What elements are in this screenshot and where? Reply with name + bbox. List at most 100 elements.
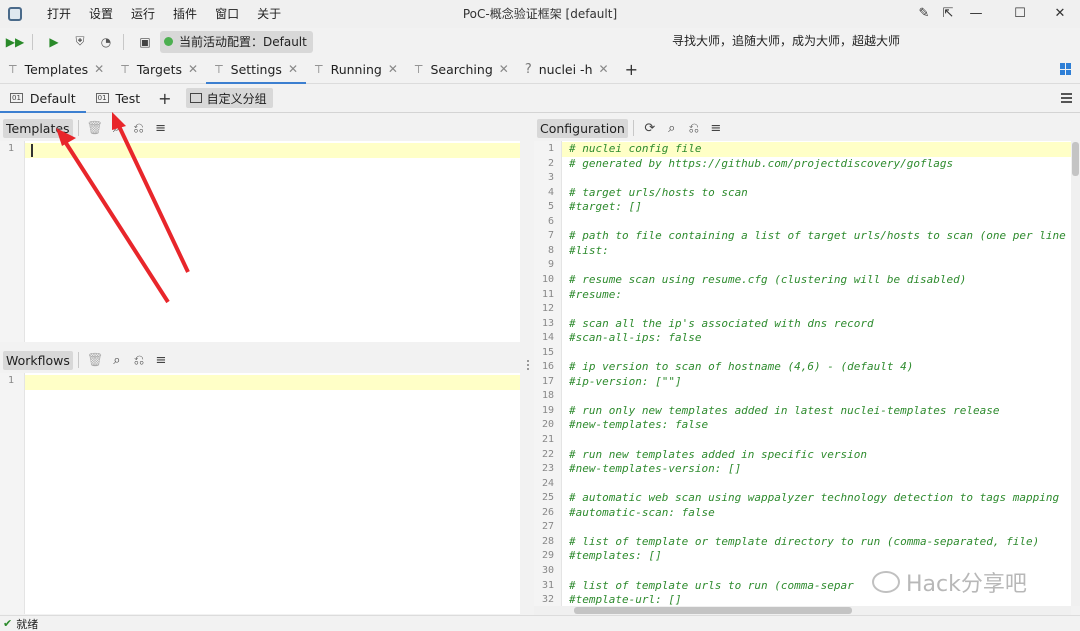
trash-icon[interactable]: 🗑 bbox=[84, 349, 106, 371]
menu-window[interactable]: 窗口 bbox=[206, 0, 248, 28]
add-tab-button[interactable]: + bbox=[617, 55, 646, 83]
active-profile-selector[interactable]: 当前活动配置：Default bbox=[160, 30, 313, 53]
wrap-lines-icon[interactable]: ≡ bbox=[150, 349, 172, 371]
line-number: 23 bbox=[541, 463, 554, 475]
line-number: 30 bbox=[541, 564, 554, 576]
code-line: #target: [] bbox=[569, 200, 642, 214]
close-icon[interactable]: ✕ bbox=[599, 62, 609, 76]
run-coverage-icon[interactable]: ◔ bbox=[95, 31, 117, 53]
scrollbar-thumb[interactable] bbox=[574, 607, 852, 614]
subtab-label: Default bbox=[29, 90, 76, 106]
profile-tab-bar: 01 Default 01 Test + 自定义分组 bbox=[0, 84, 1080, 113]
line-number: 14 bbox=[541, 332, 554, 344]
maximize-button[interactable]: ☐ bbox=[1006, 0, 1034, 28]
close-icon[interactable]: ✕ bbox=[94, 62, 104, 76]
code-line: # nuclei config file bbox=[569, 142, 702, 155]
vertical-splitter[interactable] bbox=[527, 360, 530, 372]
tab-settings[interactable]: ⊤ Settings ✕ bbox=[206, 55, 306, 84]
menu-settings[interactable]: 设置 bbox=[80, 0, 122, 28]
menu-about[interactable]: 关于 bbox=[248, 0, 290, 28]
code-line: #automatic-scan: false bbox=[569, 505, 715, 519]
line-number: 6 bbox=[547, 215, 554, 227]
code-line: # scan all the ip's associated with dns … bbox=[569, 316, 874, 330]
run-icon[interactable]: ▶ bbox=[43, 31, 65, 53]
line-number: 4 bbox=[547, 186, 554, 198]
tab-nuclei-help[interactable]: ? nuclei -h ✕ bbox=[517, 55, 617, 83]
tab-running[interactable]: ⊤ Running ✕ bbox=[306, 55, 406, 83]
tab-templates[interactable]: ⊤ Templates ✕ bbox=[0, 55, 112, 83]
trash-icon[interactable]: 🗑 bbox=[84, 117, 106, 139]
close-icon[interactable]: ✕ bbox=[499, 62, 509, 76]
code-line: #resume: bbox=[569, 287, 622, 301]
line-number: 13 bbox=[541, 317, 554, 329]
subtab-default[interactable]: 01 Default bbox=[0, 84, 86, 113]
templates-pane-label[interactable]: Templates bbox=[3, 118, 73, 138]
wrap-lines-icon[interactable]: ≡ bbox=[705, 117, 727, 139]
line-number: 18 bbox=[541, 390, 554, 402]
close-window-button[interactable]: ✕ bbox=[1046, 0, 1074, 28]
code-line: #scan-all-ips: false bbox=[569, 331, 702, 345]
vertical-scrollbar[interactable] bbox=[1071, 140, 1080, 606]
find-replace-icon[interactable]: ⎌ bbox=[683, 117, 705, 139]
workflows-editor[interactable]: 1 bbox=[0, 373, 520, 614]
code-line: # resume scan using resume.cfg (clusteri… bbox=[569, 272, 967, 286]
add-subtab-button[interactable]: + bbox=[150, 84, 179, 112]
configuration-pane-label[interactable]: Configuration bbox=[537, 118, 628, 138]
close-icon[interactable]: ✕ bbox=[288, 62, 298, 76]
search-icon[interactable]: ⌕ bbox=[106, 117, 128, 139]
layout-grid-icon[interactable] bbox=[1060, 63, 1072, 75]
find-replace-icon[interactable]: ⎌ bbox=[128, 349, 150, 371]
find-replace-icon[interactable]: ⎌ bbox=[128, 117, 150, 139]
file-badge-icon: 01 bbox=[95, 93, 109, 103]
horizontal-scrollbar[interactable] bbox=[534, 606, 1071, 615]
line-number: 28 bbox=[541, 535, 554, 547]
save-icon[interactable]: ▣ bbox=[134, 31, 156, 53]
configuration-editor[interactable]: 1 # nuclei config file 2 # generated by htt… bbox=[534, 141, 1071, 606]
tab-targets[interactable]: ⊤ Targets ✕ bbox=[112, 55, 206, 83]
run-all-icon[interactable]: ▶▶ bbox=[4, 31, 26, 53]
line-number: 26 bbox=[541, 506, 554, 518]
line-number: 2 bbox=[547, 157, 554, 169]
search-icon[interactable]: ⌕ bbox=[106, 349, 128, 371]
line-gutter bbox=[0, 141, 25, 342]
scrollbar-thumb[interactable] bbox=[1072, 142, 1079, 176]
subtab-test[interactable]: 01 Test bbox=[86, 84, 151, 112]
close-icon[interactable]: ✕ bbox=[388, 62, 398, 76]
line-number: 24 bbox=[541, 477, 554, 489]
current-line-highlight bbox=[25, 375, 520, 390]
tab-searching[interactable]: ⊤ Searching ✕ bbox=[406, 55, 517, 83]
minimize-button[interactable]: — bbox=[962, 0, 990, 28]
pin-icon: ⊤ bbox=[120, 62, 130, 76]
subtab-label: Test bbox=[115, 90, 141, 106]
debug-icon[interactable]: ⛨ bbox=[69, 31, 91, 53]
restore-pin-icon[interactable]: ⇱ bbox=[934, 0, 962, 28]
menu-run[interactable]: 运行 bbox=[122, 0, 164, 28]
current-line-highlight bbox=[25, 143, 520, 158]
menu-icon[interactable] bbox=[1061, 93, 1072, 105]
menu-open[interactable]: 打开 bbox=[38, 0, 80, 28]
search-icon[interactable]: ⌕ bbox=[661, 117, 683, 139]
toolbar-separator bbox=[123, 33, 124, 50]
custom-group-button[interactable]: 自定义分组 bbox=[185, 88, 273, 108]
code-line: # target urls/hosts to scan bbox=[569, 185, 748, 199]
toolbar-separator bbox=[77, 120, 79, 136]
watermark-text: Hack分享吧 bbox=[906, 572, 1027, 597]
line-number: 19 bbox=[541, 404, 554, 416]
line-number: 31 bbox=[541, 579, 554, 591]
workflows-pane-label[interactable]: Workflows bbox=[3, 350, 73, 370]
line-number: 32 bbox=[541, 594, 554, 606]
configuration-toolbar: Configuration ⟳ ⌕ ⎌ ≡ bbox=[534, 115, 1080, 141]
pin-icon: ⊤ bbox=[413, 62, 424, 76]
code-line: # run only new templates added in latest… bbox=[569, 403, 1000, 417]
code-line: # path to file containing a list of targ… bbox=[569, 229, 1066, 243]
app-logo-icon bbox=[8, 7, 22, 21]
templates-editor[interactable]: 1 bbox=[0, 141, 520, 342]
wrap-lines-icon[interactable]: ≡ bbox=[150, 117, 172, 139]
reload-icon[interactable]: ⟳ bbox=[639, 117, 661, 139]
status-bar: ✔ 就绪 bbox=[0, 615, 1080, 631]
close-icon[interactable]: ✕ bbox=[188, 62, 198, 76]
menu-plugins[interactable]: 插件 bbox=[164, 0, 206, 28]
